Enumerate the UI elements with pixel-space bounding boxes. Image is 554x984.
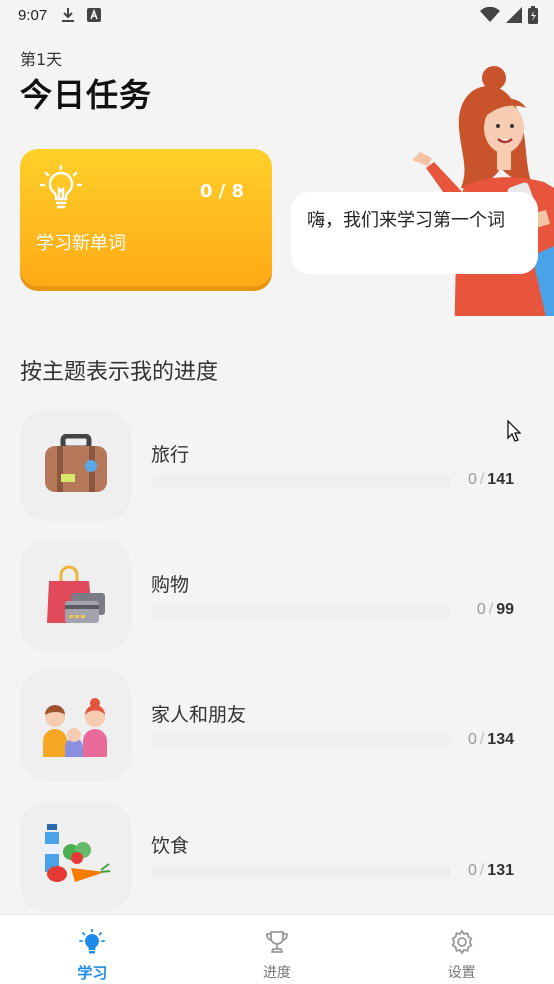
lightbulb-icon bbox=[79, 928, 106, 959]
topic-count: 0/99 bbox=[476, 601, 514, 618]
trophy-icon bbox=[264, 929, 290, 959]
day-label: 第1天 bbox=[20, 50, 63, 69]
topic-name: 购物 bbox=[151, 574, 190, 596]
topic-count: 0/141 bbox=[467, 471, 514, 488]
a-badge-icon bbox=[87, 8, 102, 22]
speech-bubble: 嗨，我们来学习第一个词 bbox=[291, 192, 538, 274]
suitcase-icon bbox=[20, 410, 131, 521]
topic-row-food[interactable]: 饮食 0/131 bbox=[0, 801, 554, 913]
topic-count: 0/131 bbox=[467, 862, 514, 879]
mascot-illustration bbox=[394, 66, 554, 338]
topic-count: 0/134 bbox=[467, 731, 514, 748]
topic-name: 旅行 bbox=[151, 444, 190, 466]
topic-name: 家人和朋友 bbox=[151, 704, 247, 726]
topic-progress-bar bbox=[151, 604, 451, 618]
gear-icon bbox=[449, 929, 475, 959]
page-title: 今日任务 bbox=[20, 76, 153, 114]
nav-item-settings[interactable]: 设置 bbox=[369, 915, 554, 984]
nav-label: 进度 bbox=[263, 965, 291, 981]
mouse-cursor-icon bbox=[507, 419, 522, 446]
bottom-nav: 学习 进度 设置 bbox=[0, 914, 554, 984]
nav-label: 设置 bbox=[447, 965, 476, 981]
new-words-progress: 0 / 8 bbox=[199, 181, 244, 202]
status-time: 9:07 bbox=[18, 6, 48, 24]
new-words-label: 学习新单词 bbox=[36, 233, 126, 254]
status-bar: 9:07 bbox=[0, 0, 554, 30]
nav-item-learn[interactable]: 学习 bbox=[0, 915, 185, 984]
nav-item-progress[interactable]: 进度 bbox=[185, 915, 370, 984]
progress-section-title: 按主题表示我的进度 bbox=[20, 360, 219, 385]
learn-new-words-card[interactable]: 0 / 8 学习新单词 bbox=[20, 149, 272, 286]
nav-label: 学习 bbox=[77, 964, 108, 982]
family-icon bbox=[20, 670, 131, 781]
shopping-bag-icon bbox=[20, 540, 131, 651]
topic-row-shopping[interactable]: 购物 0/99 bbox=[0, 540, 554, 652]
topic-progress-bar bbox=[151, 865, 451, 879]
battery-icon bbox=[528, 6, 538, 28]
signal-icon bbox=[506, 7, 522, 27]
wifi-icon bbox=[480, 6, 500, 27]
topic-row-travel[interactable]: 旅行 0/141 bbox=[0, 410, 554, 522]
topic-name: 饮食 bbox=[151, 835, 190, 857]
download-icon bbox=[61, 7, 75, 23]
food-icon bbox=[20, 801, 131, 912]
topic-progress-bar bbox=[151, 734, 451, 748]
topic-row-family[interactable]: 家人和朋友 0/134 bbox=[0, 670, 554, 782]
topic-progress-bar bbox=[151, 474, 451, 488]
lightbulb-icon bbox=[38, 164, 84, 215]
